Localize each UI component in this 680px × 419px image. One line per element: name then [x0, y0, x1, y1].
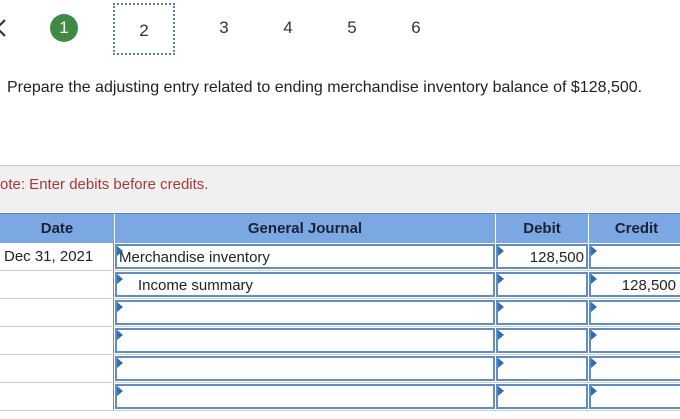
credit-input[interactable]: 128,500 [589, 272, 680, 297]
debit-input[interactable] [496, 384, 588, 409]
account-input[interactable]: Income summary [115, 272, 495, 297]
table-row [0, 299, 680, 327]
header-general-journal: General Journal [115, 214, 496, 244]
debit-input[interactable] [496, 272, 588, 297]
account-input[interactable]: Merchandise inventory [115, 244, 495, 269]
account-input[interactable] [115, 384, 495, 409]
step-1[interactable]: 1 [50, 14, 78, 42]
debit-input[interactable] [496, 328, 588, 353]
date-cell: Dec 31, 2021 [0, 243, 114, 270]
table-header: Date General Journal Debit Credit [0, 213, 680, 244]
step-6[interactable]: 6 [402, 14, 430, 42]
header-credit: Credit [614, 220, 659, 237]
step-2[interactable]: 2 [113, 3, 175, 55]
chevron-left-icon[interactable] [0, 14, 8, 42]
table-row [0, 327, 680, 355]
step-4[interactable]: 4 [274, 14, 302, 42]
credit-input[interactable] [589, 328, 680, 353]
instruction-text: Prepare the adjusting entry related to e… [7, 79, 643, 96]
debit-input[interactable] [496, 300, 588, 325]
step-pager: 1 2 3 4 5 6 [0, 0, 680, 60]
date-cell [0, 327, 114, 354]
credit-input[interactable] [589, 356, 680, 381]
credit-input[interactable] [589, 244, 680, 269]
account-input[interactable] [115, 300, 495, 325]
step-5[interactable]: 5 [338, 14, 366, 42]
header-debit: Debit [496, 214, 589, 244]
date-cell [0, 355, 114, 382]
date-cell [0, 271, 114, 298]
table-row [0, 355, 680, 383]
debit-input[interactable] [496, 356, 588, 381]
debit-input[interactable]: 128,500 [496, 244, 588, 269]
credit-input[interactable] [589, 384, 680, 409]
note-text: ote: Enter debits before credits. [0, 176, 209, 193]
credit-input[interactable] [589, 300, 680, 325]
date-cell [0, 383, 114, 410]
date-cell [0, 299, 114, 326]
header-date: Date [0, 214, 115, 244]
account-input[interactable] [115, 328, 495, 353]
step-3[interactable]: 3 [210, 14, 238, 42]
account-input[interactable] [115, 356, 495, 381]
table-row [0, 383, 680, 411]
table-row: Dec 31, 2021 Merchandise inventory 128,5… [0, 243, 680, 271]
note-banner: ote: Enter debits before credits. [0, 166, 680, 212]
table-row: Income summary 128,500 [0, 271, 680, 299]
